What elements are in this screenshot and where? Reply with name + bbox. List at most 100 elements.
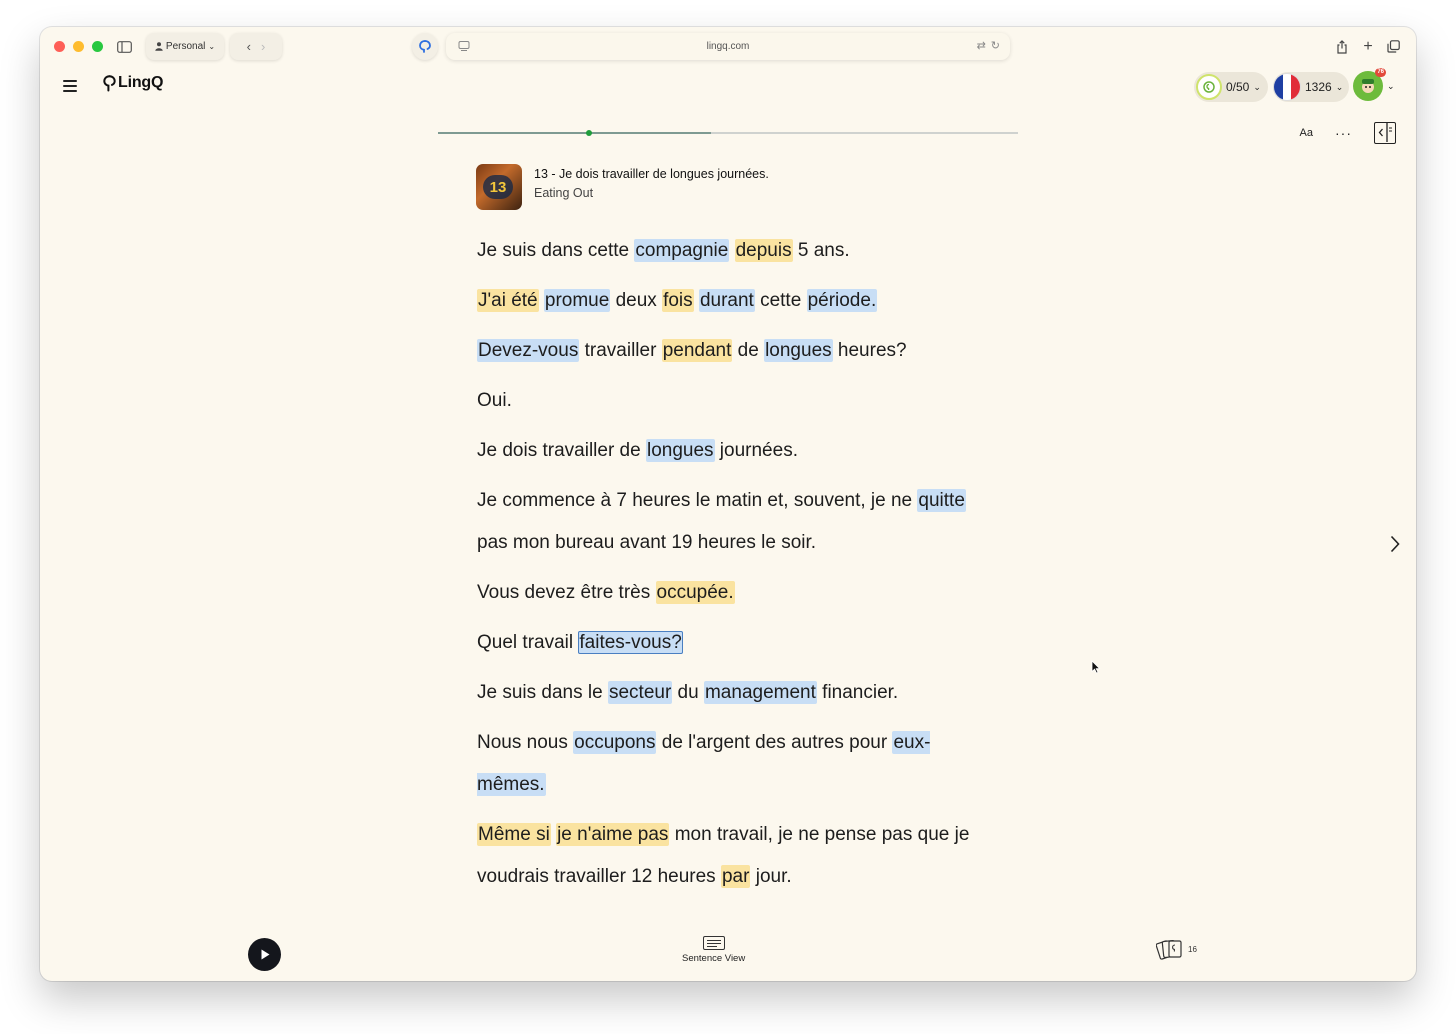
font-settings-button[interactable]: Aa — [1300, 127, 1313, 139]
plain-text: Je suis dans le — [477, 682, 608, 703]
lesson-sentence: Je suis dans cette compagnie depuis 5 an… — [477, 230, 997, 272]
new-word[interactable]: occupons — [573, 731, 657, 754]
lesson-sentence: Même si je n'aime pas mon travail, je ne… — [477, 814, 997, 898]
plain-text: travailler — [579, 340, 662, 361]
lesson-header: 13 13 - Je dois travailler de longues jo… — [476, 164, 769, 210]
new-tab-button[interactable]: + — [1358, 33, 1378, 60]
lesson-progress-bar[interactable] — [438, 130, 1018, 136]
chevron-right-icon — [1390, 535, 1400, 553]
plain-text: cette — [754, 290, 807, 311]
new-word[interactable]: Devez-vous — [477, 339, 580, 362]
lesson-text: Je suis dans cette compagnie depuis 5 an… — [477, 230, 997, 906]
share-button[interactable] — [1332, 33, 1352, 60]
translate-icon[interactable]: ⇄ — [977, 39, 986, 52]
sidebar-icon — [116, 40, 132, 53]
address-bar[interactable]: lingq.com ⇄ ↻ — [446, 33, 1010, 60]
url-text: lingq.com — [706, 41, 750, 52]
play-icon — [261, 949, 269, 960]
lingq-word[interactable]: occupée. — [655, 581, 735, 604]
panel-collapse-icon — [1378, 123, 1392, 142]
plus-icon: + — [1363, 37, 1373, 55]
user-menu-button[interactable]: 76 ⌄ — [1353, 68, 1395, 101]
new-word[interactable]: période. — [806, 289, 878, 312]
plain-text: heures? — [832, 340, 907, 361]
lingq-word[interactable]: je n'aime pas — [556, 823, 670, 846]
daily-goal-value: 0/50 — [1226, 80, 1250, 94]
new-word[interactable]: secteur — [607, 681, 673, 704]
plain-text: Je suis dans cette — [477, 240, 635, 261]
more-options-button[interactable]: ··· — [1335, 125, 1352, 141]
course-name[interactable]: Eating Out — [534, 186, 769, 200]
flashcards-icon — [1156, 939, 1182, 960]
person-icon — [155, 42, 163, 51]
selected-word[interactable]: faites-vous? — [578, 631, 683, 654]
profile-menu-button[interactable]: Personal ⌄ — [146, 33, 224, 60]
flashcards-button[interactable]: 16 — [1156, 937, 1197, 961]
plain-text: de l'argent des autres pour — [656, 732, 893, 753]
maximize-window-button[interactable] — [92, 41, 103, 52]
forward-button[interactable]: › — [261, 39, 265, 54]
known-words-count: 1326 — [1305, 80, 1332, 94]
back-button[interactable]: ‹ — [247, 39, 251, 54]
plain-text: Quel travail — [477, 632, 579, 653]
avatar-character-icon — [1362, 79, 1374, 93]
language-selector[interactable]: 1326 ⌄ — [1273, 72, 1349, 102]
lesson-sentence: J'ai été promue deux fois durant cette p… — [477, 280, 997, 322]
lingq-tab-icon[interactable] — [412, 33, 438, 60]
logo-text: LingQ — [118, 74, 164, 91]
lesson-sentence: Nous nous occupons de l'argent des autre… — [477, 722, 997, 806]
mouse-cursor-icon — [1091, 660, 1101, 674]
lesson-sentence: Je dois travailler de longues journées. — [477, 430, 997, 472]
window-controls — [54, 41, 103, 52]
plain-text: Vous devez être très — [477, 582, 656, 603]
notification-badge: 76 — [1375, 68, 1386, 77]
lingq-word[interactable]: pendant — [661, 339, 733, 362]
new-word[interactable]: promue — [543, 289, 611, 312]
play-audio-button[interactable] — [248, 938, 281, 971]
plain-text: Je commence à 7 heures le matin et, souv… — [477, 490, 918, 511]
main-menu-button[interactable] — [63, 80, 77, 95]
minimize-window-button[interactable] — [73, 41, 84, 52]
chevron-down-icon: ⌄ — [1335, 81, 1344, 92]
new-word[interactable]: durant — [698, 289, 755, 312]
close-window-button[interactable] — [54, 41, 65, 52]
tabs-icon — [1386, 40, 1400, 53]
lingq-word[interactable]: J'ai été — [477, 289, 539, 312]
chevron-down-icon: ⌄ — [1253, 81, 1261, 92]
new-word[interactable]: longues — [764, 339, 833, 362]
tab-overview-button[interactable] — [1383, 33, 1403, 60]
share-icon — [1337, 39, 1347, 54]
page-settings-icon[interactable] — [458, 40, 470, 52]
next-page-button[interactable] — [1390, 535, 1400, 559]
lesson-progress-marker[interactable] — [585, 130, 592, 136]
new-word[interactable]: management — [703, 681, 817, 704]
plain-text: journées. — [714, 440, 798, 461]
lingq-word[interactable]: fois — [662, 289, 694, 312]
profile-label: Personal — [165, 41, 206, 52]
lesson-number-badge: 13 — [483, 175, 513, 199]
sentence-view-button[interactable]: Sentence View — [682, 936, 745, 964]
lesson-title: 13 - Je dois travailler de longues journ… — [534, 167, 769, 181]
lesson-thumbnail[interactable]: 13 — [476, 164, 522, 210]
navigation-buttons: ‹ › — [230, 33, 282, 60]
daily-goal-button[interactable]: 0/50 ⌄ — [1194, 72, 1268, 102]
lingq-word[interactable]: depuis — [734, 239, 793, 262]
plain-text: de — [732, 340, 765, 361]
new-word[interactable]: longues — [645, 439, 715, 462]
lingq-logo-icon — [103, 74, 116, 91]
lingq-word[interactable]: Même si — [477, 823, 551, 846]
new-word[interactable]: quitte — [917, 489, 966, 512]
sidebar-toggle-button[interactable] — [112, 33, 136, 60]
lesson-sentence: Je commence à 7 heures le matin et, souv… — [477, 480, 997, 564]
chevron-down-icon: ⌄ — [208, 42, 216, 51]
lingq-word[interactable]: par — [720, 865, 751, 888]
lesson-progress-fill — [438, 132, 711, 134]
new-word[interactable]: compagnie — [634, 239, 730, 262]
avatar: 76 — [1353, 68, 1386, 101]
side-panel-toggle-button[interactable] — [1374, 122, 1396, 144]
plain-text: Nous nous — [477, 732, 574, 753]
plain-text: 5 ans. — [792, 240, 850, 261]
reload-icon[interactable]: ↻ — [991, 39, 1000, 52]
lingq-logo[interactable]: LingQ — [103, 74, 163, 92]
daily-goal-ring-icon — [1196, 74, 1222, 100]
